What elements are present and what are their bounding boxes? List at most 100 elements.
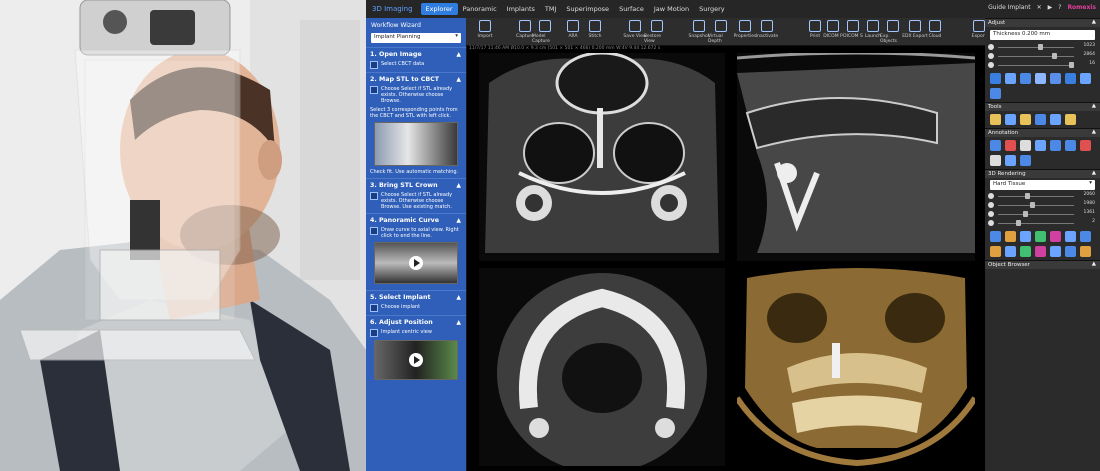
slider-row[interactable]: 16 bbox=[988, 61, 1097, 70]
image-viewer[interactable]: 11/7/17 11:46 AM Ø10.0 × 9.3 cm (501 × 5… bbox=[467, 46, 985, 471]
cloud-button[interactable]: Cloud bbox=[922, 20, 948, 39]
slider-handle[interactable] bbox=[1023, 211, 1029, 217]
3d-rendering-section-header[interactable]: 3D Rendering ▲ bbox=[985, 169, 1100, 178]
3d-render-view[interactable] bbox=[737, 268, 975, 466]
coronal-view[interactable] bbox=[479, 53, 725, 261]
collapse-icon[interactable]: ▲ bbox=[456, 217, 461, 224]
slider-row[interactable]: 1980 bbox=[988, 201, 1097, 210]
settings-icon[interactable] bbox=[990, 88, 1001, 99]
slider-track[interactable] bbox=[998, 196, 1074, 197]
slider-handle[interactable] bbox=[1030, 202, 1036, 208]
collapse-icon[interactable]: ▲ bbox=[456, 51, 461, 58]
slider-row[interactable]: 2864 bbox=[988, 52, 1097, 61]
tool-nerve-icon[interactable] bbox=[1035, 114, 1046, 125]
text-icon[interactable] bbox=[1020, 140, 1031, 151]
tab-superimpose[interactable]: Superimpose bbox=[561, 3, 614, 15]
tool-crown-icon[interactable] bbox=[1065, 114, 1076, 125]
slider-handle[interactable] bbox=[1016, 220, 1021, 226]
fit-icon[interactable] bbox=[1020, 73, 1031, 84]
circle-icon[interactable] bbox=[1020, 155, 1031, 166]
tool-airway-icon[interactable] bbox=[1050, 114, 1061, 125]
note-icon[interactable] bbox=[1035, 140, 1046, 151]
collapse-icon[interactable]: ▲ bbox=[1092, 103, 1096, 109]
pan-icon[interactable] bbox=[1005, 73, 1016, 84]
model-capture-button[interactable]: Model Capture bbox=[532, 20, 558, 44]
tool-brush-icon[interactable] bbox=[990, 114, 1001, 125]
collapse-icon[interactable]: ▲ bbox=[1092, 129, 1096, 135]
bone-icon[interactable] bbox=[1020, 231, 1031, 242]
collapse-icon[interactable]: ▲ bbox=[456, 319, 461, 326]
stl-match-thumbnail[interactable] bbox=[374, 122, 458, 166]
mesh-icon[interactable] bbox=[1065, 231, 1076, 242]
tab-surgery[interactable]: Surgery bbox=[694, 3, 729, 15]
wizard-step-bring-stl-crown[interactable]: 3. Bring STL Crown ▲ Choose Select if STL… bbox=[366, 178, 466, 213]
clip-icon[interactable] bbox=[1035, 231, 1046, 242]
polygon-icon[interactable] bbox=[1005, 155, 1016, 166]
tab-tmj[interactable]: TMJ bbox=[540, 3, 562, 15]
play-icon[interactable] bbox=[409, 353, 423, 367]
slider-track[interactable] bbox=[998, 205, 1074, 206]
light-icon[interactable] bbox=[1050, 246, 1061, 257]
video-icon[interactable]: ▶ bbox=[1048, 4, 1053, 11]
collapse-icon[interactable]: ▲ bbox=[1092, 170, 1096, 176]
inactivate-button[interactable]: Inactivate bbox=[754, 20, 780, 39]
collapse-icon[interactable]: ▲ bbox=[456, 294, 461, 301]
cube-icon[interactable] bbox=[990, 246, 1001, 257]
curve-icon[interactable] bbox=[370, 227, 378, 235]
axial-view[interactable] bbox=[479, 268, 725, 466]
object-browser-header[interactable]: Object Browser ▲ bbox=[985, 260, 1100, 269]
annotation-section-header[interactable]: Annotation ▲ bbox=[985, 128, 1100, 137]
slider-track[interactable] bbox=[998, 47, 1074, 48]
stl-crown-icon[interactable] bbox=[370, 192, 378, 200]
render-icon[interactable] bbox=[1080, 73, 1091, 84]
slider-handle[interactable] bbox=[1025, 193, 1031, 199]
zoom-icon[interactable] bbox=[990, 73, 1001, 84]
slider-row[interactable]: 2 bbox=[988, 219, 1097, 228]
implant-icon[interactable] bbox=[370, 304, 378, 312]
thickness-select[interactable]: Thickness 0.200 mm bbox=[990, 30, 1095, 40]
tab-surface[interactable]: Surface bbox=[614, 3, 649, 15]
line-icon[interactable] bbox=[1050, 140, 1061, 151]
curve-icon[interactable] bbox=[990, 155, 1001, 166]
pen-icon[interactable] bbox=[1080, 140, 1091, 151]
collapse-icon[interactable]: ▲ bbox=[1092, 19, 1096, 25]
stitch-button[interactable]: Stitch bbox=[582, 20, 608, 39]
restore-view-button[interactable]: Restore View bbox=[644, 20, 670, 44]
collapse-icon[interactable]: ▲ bbox=[1092, 261, 1096, 267]
head-icon[interactable] bbox=[1065, 246, 1076, 257]
slider-track[interactable] bbox=[998, 223, 1074, 224]
slider-track[interactable] bbox=[998, 214, 1074, 215]
map-stl-icon[interactable] bbox=[370, 86, 378, 94]
crop-icon[interactable] bbox=[1080, 231, 1091, 242]
adjust-section-header[interactable]: Adjust ▲ bbox=[985, 18, 1100, 27]
tab-panoramic[interactable]: Panoramic bbox=[458, 3, 502, 15]
layout-icon[interactable] bbox=[1065, 73, 1076, 84]
ruler-icon[interactable] bbox=[990, 140, 1001, 151]
wizard-mode-select[interactable]: Implant Planning bbox=[371, 33, 461, 43]
tools-section-header[interactable]: Tools ▲ bbox=[985, 102, 1100, 111]
render-image-icon[interactable] bbox=[990, 231, 1001, 242]
palette-icon[interactable] bbox=[1020, 246, 1031, 257]
slider-handle[interactable] bbox=[1068, 62, 1074, 68]
slider-track[interactable] bbox=[998, 56, 1074, 57]
tool-skull-icon[interactable] bbox=[1005, 114, 1016, 125]
wizard-step-select-implant[interactable]: 5. Select Implant ▲ Choose implant bbox=[366, 290, 466, 315]
slider-handle[interactable] bbox=[1052, 53, 1057, 59]
wizard-step-map-stl[interactable]: 2. Map STL to CBCT ▲ Choose Select if STL… bbox=[366, 72, 466, 178]
gradient-icon[interactable] bbox=[1035, 246, 1046, 257]
wizard-step-adjust-position[interactable]: 6. Adjust Position ▲ Implant centric view bbox=[366, 315, 466, 386]
tab-explorer[interactable]: Explorer bbox=[420, 3, 458, 15]
panoramic-video-thumbnail[interactable] bbox=[374, 242, 458, 284]
tab-implants[interactable]: Implants bbox=[502, 3, 540, 15]
slider-row[interactable]: 2060 bbox=[988, 192, 1097, 201]
sphere-icon[interactable] bbox=[1005, 246, 1016, 257]
color-icon[interactable] bbox=[1050, 231, 1061, 242]
slider-row[interactable]: 1361 bbox=[988, 210, 1097, 219]
adjust-video-thumbnail[interactable] bbox=[374, 340, 458, 380]
tab-jaw-motion[interactable]: Jaw Motion bbox=[649, 3, 694, 15]
sagittal-view[interactable] bbox=[737, 53, 975, 261]
guide-implant-label[interactable]: Guide Implant bbox=[988, 4, 1030, 11]
close-icon[interactable]: ✕ bbox=[1037, 4, 1042, 11]
slider-track[interactable] bbox=[998, 65, 1074, 66]
collapse-icon[interactable]: ▲ bbox=[456, 182, 461, 189]
